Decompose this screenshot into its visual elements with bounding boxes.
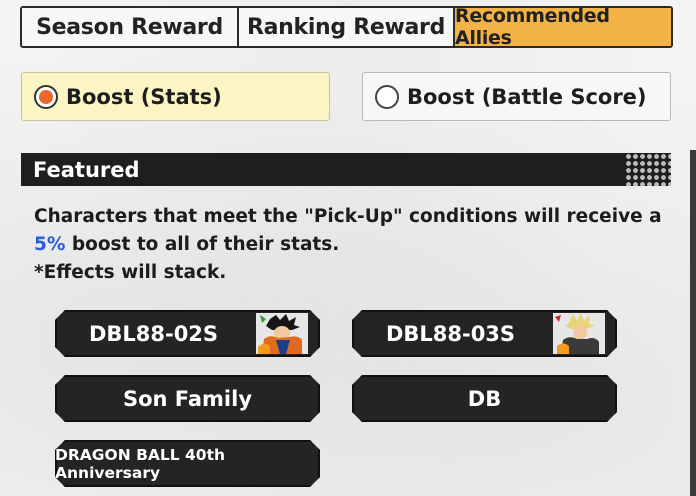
character-portrait-icon (553, 313, 605, 354)
boost-percent: 5% (34, 234, 66, 255)
reward-tabs: Season Reward Ranking Reward Recommended… (20, 6, 673, 48)
scrollbar-track[interactable] (690, 150, 696, 496)
condition-chip-db[interactable]: DB (352, 375, 617, 422)
boost-stats-option[interactable]: Boost (Stats) (21, 72, 330, 121)
condition-chip-dbl88-02s[interactable]: DBL88-02S (55, 310, 320, 357)
condition-label: DBL88-03S (385, 321, 516, 346)
tab-season-reward[interactable]: Season Reward (22, 8, 239, 46)
tab-ranking-reward[interactable]: Ranking Reward (239, 8, 455, 46)
radio-selected-icon[interactable] (34, 84, 58, 109)
description-text-end: boost to all of their stats. (65, 234, 340, 255)
featured-header: Featured (21, 153, 671, 186)
description-text: Characters that meet the "Pick-Up" condi… (34, 206, 662, 227)
condition-chip-dbl88-03s[interactable]: DBL88-03S (352, 310, 617, 357)
featured-title: Featured (33, 157, 140, 182)
condition-label: DB (467, 386, 502, 411)
condition-label: Son Family (122, 386, 253, 411)
tab-recommended-allies[interactable]: Recommended Allies (455, 8, 671, 46)
boost-battle-score-label: Boost (Battle Score) (407, 84, 647, 109)
effects-stack-note: *Effects will stack. (34, 262, 227, 283)
boost-stats-label: Boost (Stats) (66, 84, 222, 109)
character-portrait-icon (256, 313, 308, 354)
boost-battle-score-option[interactable]: Boost (Battle Score) (362, 72, 671, 121)
condition-chip-dragon-ball-40th[interactable]: DRAGON BALL 40th Anniversary (55, 440, 320, 487)
halftone-decoration (625, 153, 671, 186)
condition-label: DBL88-02S (88, 321, 219, 346)
featured-description: Characters that meet the "Pick-Up" condi… (34, 203, 664, 287)
radio-unselected-icon[interactable] (375, 84, 399, 109)
condition-chip-son-family[interactable]: Son Family (55, 375, 320, 422)
condition-label: DRAGON BALL 40th Anniversary (55, 445, 226, 482)
